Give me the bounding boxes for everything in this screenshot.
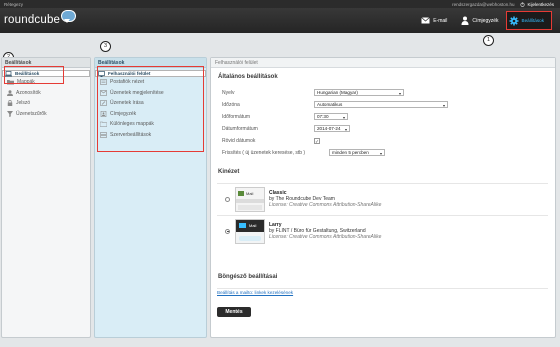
sidebar-item-label: Azonosítók <box>16 89 41 96</box>
language-select[interactable]: Hungarian (Magyar) <box>314 89 404 96</box>
thumb-label: Mail <box>249 222 257 228</box>
lock-icon <box>7 100 13 107</box>
row-refresh: Frissítés ( új üzenetek keresése, stb ) … <box>217 148 548 157</box>
section-browser-title: Böngésző beállításai <box>218 274 278 280</box>
sidebar-item-label: Jelszó <box>16 100 31 107</box>
skin-option-classic[interactable]: Mail Classic by The Roundcube Dev Team L… <box>217 183 548 214</box>
skin-larry-info: Larry by FLINT / Büro für Gestaltung, Sw… <box>269 222 381 240</box>
main-nav: E-mail Címjegyzék Beállítások <box>414 8 560 33</box>
short-dates-label: Rövid dátumok <box>222 137 256 144</box>
time-format-label: Időformátum <box>222 113 251 120</box>
top-user-area: rendszergazda@webhoston.hu Kijelentkezés <box>452 2 554 7</box>
person-icon <box>7 90 13 96</box>
timezone-label: Időzóna <box>222 101 240 108</box>
nav-contacts-button[interactable]: Címjegyzék <box>454 8 505 33</box>
mail-icon <box>238 190 244 196</box>
thumb-body <box>238 204 262 210</box>
top-status-line: Rétegezy rendszergazda@webhoston.hu Kije… <box>0 0 560 8</box>
nav-settings-label: Beállítások <box>521 18 544 23</box>
mail-icon <box>239 222 246 228</box>
skin-larry-license: License: Creative Commons Attribution-Sh… <box>269 234 382 240</box>
logo-bubble-icon <box>61 9 77 24</box>
thumb-body <box>239 235 261 241</box>
logo-text: roundcube <box>4 14 61 26</box>
section-general-title: Általános beállítások <box>218 74 278 80</box>
callout-3: 3 <box>100 41 111 52</box>
skin-larry-radio[interactable] <box>225 228 230 234</box>
sidebar-item-filters[interactable]: Üzenetszűrők <box>2 109 90 120</box>
header-bar: roundcube E-mail Címjegyzék Beállítások <box>0 8 560 33</box>
top-brand: Rétegezy <box>4 1 24 7</box>
skin-classic-radio[interactable] <box>225 196 230 202</box>
envelope-icon <box>421 17 430 24</box>
short-dates-checkbox[interactable]: ✓ <box>314 137 320 144</box>
chevron-down-icon <box>345 128 347 131</box>
mid-highlight-box <box>97 66 204 152</box>
skin-classic-thumbnail: Mail <box>235 186 265 212</box>
nav-contacts-label: Címjegyzék <box>472 17 499 24</box>
settings-sidebar: Beállítások Beállítások Mappák Azonosító… <box>1 57 91 338</box>
language-label: Nyelv <box>222 89 235 96</box>
refresh-label: Frissítés ( új üzenetek keresése, stb ) <box>222 149 306 156</box>
nav-email-label: E-mail <box>433 17 448 24</box>
row-language: Nyelv Hungarian (Magyar) <box>217 88 548 97</box>
timezone-value: Automatikus <box>317 102 343 107</box>
skin-option-larry[interactable]: Mail Larry by FLINT / Büro für Gestaltun… <box>217 215 548 246</box>
row-date-format: Dátumformátum 2014-07-24 <box>217 124 548 133</box>
date-format-value: 2014-07-24 <box>317 126 341 131</box>
roundcube-logo: roundcube <box>4 9 77 30</box>
row-short-dates: Rövid dátumok ✓ <box>217 136 548 145</box>
skin-classic-license: License: Creative Commons Attribution-Sh… <box>269 202 382 208</box>
language-value: Hungarian (Magyar) <box>317 90 358 95</box>
nav-email-button[interactable]: E-mail <box>414 8 454 33</box>
refresh-select[interactable]: minden 5 percben <box>329 149 385 156</box>
chevron-down-icon <box>343 116 345 119</box>
thumb-label: Mail <box>246 190 254 196</box>
person-icon <box>461 16 469 25</box>
skin-classic-info: Classic by The Roundcube Dev Team Licens… <box>269 190 381 208</box>
chevron-down-icon <box>399 92 401 95</box>
sidebar-item-identities[interactable]: Azonosítók <box>2 88 90 99</box>
gear-icon <box>509 16 519 25</box>
left-highlight-box <box>4 66 64 84</box>
thumb-bar <box>236 198 264 203</box>
filter-icon <box>7 110 13 117</box>
logout-label: Kijelentkezés <box>527 1 554 7</box>
callout-1: 1 <box>483 35 494 46</box>
section-skin-title: Kinézet <box>218 169 240 175</box>
time-format-value: 07:30 <box>317 114 329 119</box>
row-timezone: Időzóna Automatikus <box>217 100 548 109</box>
row-time-format: Időformátum 07:30 <box>217 112 548 121</box>
user-email: rendszergazda@webhoston.hu <box>452 1 515 7</box>
content-header: Felhasználói felület <box>211 58 555 68</box>
nav-settings-button[interactable]: Beállítások <box>505 11 552 30</box>
date-format-label: Dátumformátum <box>222 125 258 132</box>
chevron-down-icon <box>443 104 445 107</box>
date-format-select[interactable]: 2014-07-24 <box>314 125 350 132</box>
sidebar-item-password[interactable]: Jelszó <box>2 98 90 109</box>
save-button[interactable]: Mentés <box>217 307 251 317</box>
refresh-value: minden 5 percben <box>332 150 369 155</box>
time-format-select[interactable]: 07:30 <box>314 113 348 120</box>
sidebar-item-label: Üzenetszűrők <box>16 110 47 117</box>
content-body: Általános beállítások Nyelv Hungarian (M… <box>211 68 555 338</box>
settings-content: Felhasználói felület Általános beállítás… <box>210 57 556 338</box>
power-icon <box>520 1 526 7</box>
logout-link[interactable]: Kijelentkezés <box>520 2 554 7</box>
chevron-down-icon <box>380 152 382 155</box>
skin-larry-thumbnail: Mail <box>235 218 265 244</box>
mailto-handler-link[interactable]: Beállítás a mailto: linkek kezelésének <box>217 288 548 296</box>
timezone-select[interactable]: Automatikus <box>314 101 448 108</box>
